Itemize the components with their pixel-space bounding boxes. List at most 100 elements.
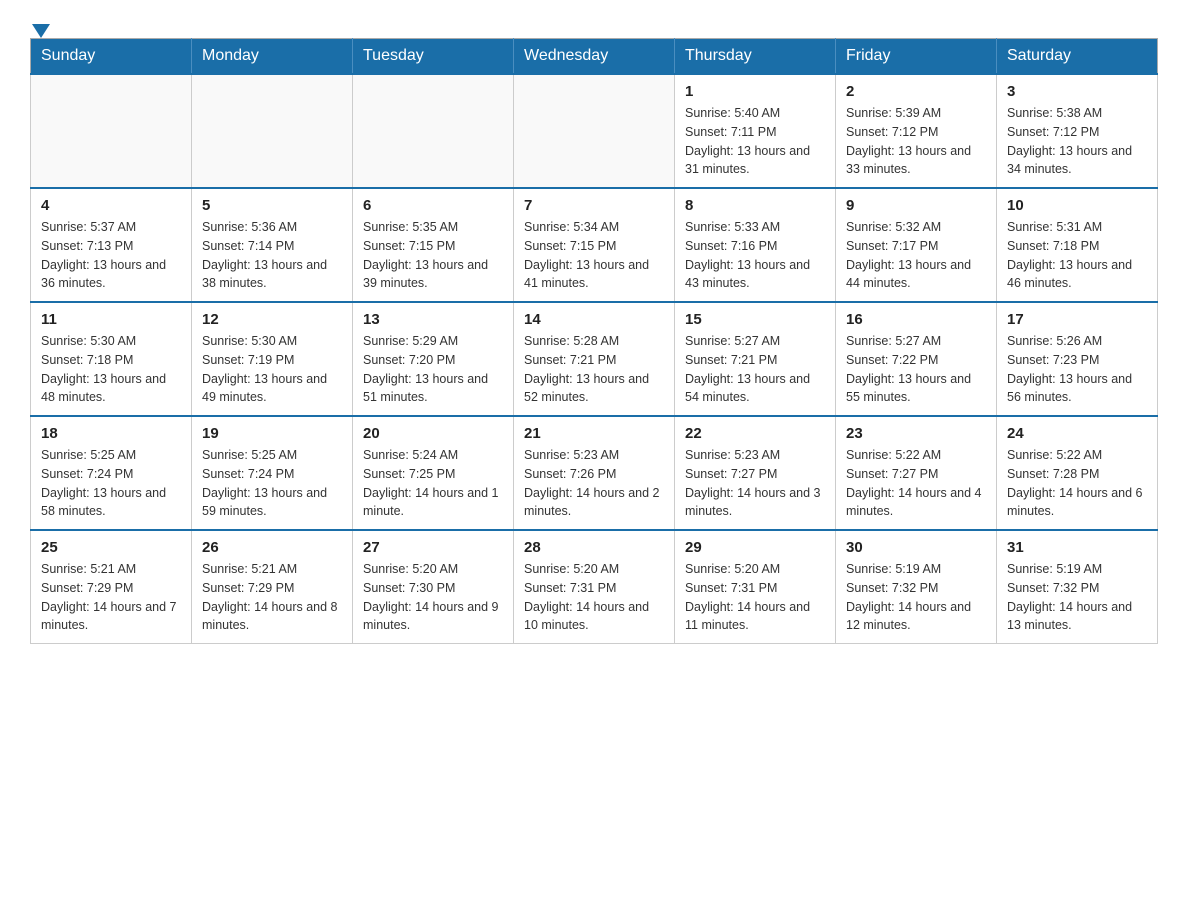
day-number: 31 bbox=[1007, 539, 1147, 556]
day-number: 2 bbox=[846, 83, 986, 100]
calendar-table: SundayMondayTuesdayWednesdayThursdayFrid… bbox=[30, 38, 1158, 644]
day-info: Sunrise: 5:25 AM Sunset: 7:24 PM Dayligh… bbox=[41, 446, 181, 521]
day-number: 7 bbox=[524, 197, 664, 214]
day-number: 29 bbox=[685, 539, 825, 556]
day-number: 21 bbox=[524, 425, 664, 442]
day-info: Sunrise: 5:27 AM Sunset: 7:22 PM Dayligh… bbox=[846, 332, 986, 407]
day-number: 12 bbox=[202, 311, 342, 328]
day-info: Sunrise: 5:34 AM Sunset: 7:15 PM Dayligh… bbox=[524, 218, 664, 293]
day-number: 18 bbox=[41, 425, 181, 442]
day-info: Sunrise: 5:30 AM Sunset: 7:19 PM Dayligh… bbox=[202, 332, 342, 407]
logo-arrow-icon bbox=[32, 24, 50, 38]
day-info: Sunrise: 5:19 AM Sunset: 7:32 PM Dayligh… bbox=[1007, 560, 1147, 635]
calendar-day-cell: 19Sunrise: 5:25 AM Sunset: 7:24 PM Dayli… bbox=[192, 416, 353, 530]
day-number: 8 bbox=[685, 197, 825, 214]
day-info: Sunrise: 5:23 AM Sunset: 7:27 PM Dayligh… bbox=[685, 446, 825, 521]
calendar-day-cell: 12 Sunrise: 5:30 AM Sunset: 7:19 PM Dayli… bbox=[192, 302, 353, 416]
day-info: Sunrise: 5:39 AM Sunset: 7:12 PM Dayligh… bbox=[846, 104, 986, 179]
day-info: Sunrise: 5:28 AM Sunset: 7:21 PM Dayligh… bbox=[524, 332, 664, 407]
day-of-week-header: Tuesday bbox=[353, 39, 514, 75]
day-info: Sunrise: 5:37 AM Sunset: 7:13 PM Dayligh… bbox=[41, 218, 181, 293]
calendar-day-cell: 3Sunrise: 5:38 AM Sunset: 7:12 PM Daylig… bbox=[997, 74, 1158, 188]
day-info: Sunrise: 5:40 AM Sunset: 7:11 PM Dayligh… bbox=[685, 104, 825, 179]
day-number: 15 bbox=[685, 311, 825, 328]
day-number: 14 bbox=[524, 311, 664, 328]
day-number: 16 bbox=[846, 311, 986, 328]
day-info: Sunrise: 5:21 AM Sunset: 7:29 PM Dayligh… bbox=[202, 560, 342, 635]
calendar-day-cell: 21 Sunrise: 5:23 AM Sunset: 7:26 PM Dayli… bbox=[514, 416, 675, 530]
day-info: Sunrise: 5:22 AM Sunset: 7:27 PM Dayligh… bbox=[846, 446, 986, 521]
day-number: 22 bbox=[685, 425, 825, 442]
day-number: 3 bbox=[1007, 83, 1147, 100]
calendar-week-row: 4 Sunrise: 5:37 AM Sunset: 7:13 PM Daylig… bbox=[31, 188, 1158, 302]
calendar-day-cell: 9 Sunrise: 5:32 AM Sunset: 7:17 PM Daylig… bbox=[836, 188, 997, 302]
calendar-week-row: 25 Sunrise: 5:21 AM Sunset: 7:29 PM Dayli… bbox=[31, 530, 1158, 644]
day-number: 4 bbox=[41, 197, 181, 214]
day-info: Sunrise: 5:26 AM Sunset: 7:23 PM Dayligh… bbox=[1007, 332, 1147, 407]
day-info: Sunrise: 5:35 AM Sunset: 7:15 PM Dayligh… bbox=[363, 218, 503, 293]
calendar-day-cell: 18 Sunrise: 5:25 AM Sunset: 7:24 PM Dayli… bbox=[31, 416, 192, 530]
day-info: Sunrise: 5:31 AM Sunset: 7:18 PM Dayligh… bbox=[1007, 218, 1147, 293]
calendar-day-cell: 14 Sunrise: 5:28 AM Sunset: 7:21 PM Dayli… bbox=[514, 302, 675, 416]
calendar-day-cell: 28 Sunrise: 5:20 AM Sunset: 7:31 PM Dayli… bbox=[514, 530, 675, 644]
day-number: 30 bbox=[846, 539, 986, 556]
calendar-day-cell: 29 Sunrise: 5:20 AM Sunset: 7:31 PM Dayli… bbox=[675, 530, 836, 644]
calendar-day-cell: 1 Sunrise: 5:40 AM Sunset: 7:11 PM Daylig… bbox=[675, 74, 836, 188]
calendar-day-cell: 5 Sunrise: 5:36 AM Sunset: 7:14 PM Daylig… bbox=[192, 188, 353, 302]
day-number: 10 bbox=[1007, 197, 1147, 214]
day-info: Sunrise: 5:29 AM Sunset: 7:20 PM Dayligh… bbox=[363, 332, 503, 407]
logo bbox=[30, 20, 52, 28]
calendar-day-cell: 11 Sunrise: 5:30 AM Sunset: 7:18 PM Dayli… bbox=[31, 302, 192, 416]
calendar-day-cell bbox=[31, 74, 192, 188]
day-info: Sunrise: 5:20 AM Sunset: 7:31 PM Dayligh… bbox=[685, 560, 825, 635]
calendar-day-cell: 15 Sunrise: 5:27 AM Sunset: 7:21 PM Dayli… bbox=[675, 302, 836, 416]
calendar-day-cell: 27Sunrise: 5:20 AM Sunset: 7:30 PM Dayli… bbox=[353, 530, 514, 644]
calendar-day-cell bbox=[192, 74, 353, 188]
day-of-week-header: Saturday bbox=[997, 39, 1158, 75]
calendar-day-cell: 30 Sunrise: 5:19 AM Sunset: 7:32 PM Dayli… bbox=[836, 530, 997, 644]
day-info: Sunrise: 5:36 AM Sunset: 7:14 PM Dayligh… bbox=[202, 218, 342, 293]
day-info: Sunrise: 5:25 AM Sunset: 7:24 PM Dayligh… bbox=[202, 446, 342, 521]
calendar-week-row: 18 Sunrise: 5:25 AM Sunset: 7:24 PM Dayli… bbox=[31, 416, 1158, 530]
day-info: Sunrise: 5:20 AM Sunset: 7:31 PM Dayligh… bbox=[524, 560, 664, 635]
day-info: Sunrise: 5:21 AM Sunset: 7:29 PM Dayligh… bbox=[41, 560, 181, 635]
calendar-day-cell: 4 Sunrise: 5:37 AM Sunset: 7:13 PM Daylig… bbox=[31, 188, 192, 302]
day-number: 13 bbox=[363, 311, 503, 328]
day-number: 5 bbox=[202, 197, 342, 214]
page-header bbox=[30, 20, 1158, 28]
calendar-day-cell: 24Sunrise: 5:22 AM Sunset: 7:28 PM Dayli… bbox=[997, 416, 1158, 530]
day-info: Sunrise: 5:20 AM Sunset: 7:30 PM Dayligh… bbox=[363, 560, 503, 635]
day-info: Sunrise: 5:24 AM Sunset: 7:25 PM Dayligh… bbox=[363, 446, 503, 521]
calendar-day-cell: 22 Sunrise: 5:23 AM Sunset: 7:27 PM Dayli… bbox=[675, 416, 836, 530]
calendar-day-cell: 13 Sunrise: 5:29 AM Sunset: 7:20 PM Dayli… bbox=[353, 302, 514, 416]
day-number: 25 bbox=[41, 539, 181, 556]
day-number: 11 bbox=[41, 311, 181, 328]
calendar-week-row: 1 Sunrise: 5:40 AM Sunset: 7:11 PM Daylig… bbox=[31, 74, 1158, 188]
day-info: Sunrise: 5:19 AM Sunset: 7:32 PM Dayligh… bbox=[846, 560, 986, 635]
calendar-day-cell: 17Sunrise: 5:26 AM Sunset: 7:23 PM Dayli… bbox=[997, 302, 1158, 416]
day-info: Sunrise: 5:23 AM Sunset: 7:26 PM Dayligh… bbox=[524, 446, 664, 521]
day-number: 6 bbox=[363, 197, 503, 214]
day-info: Sunrise: 5:22 AM Sunset: 7:28 PM Dayligh… bbox=[1007, 446, 1147, 521]
day-info: Sunrise: 5:32 AM Sunset: 7:17 PM Dayligh… bbox=[846, 218, 986, 293]
day-number: 26 bbox=[202, 539, 342, 556]
calendar-day-cell: 10 Sunrise: 5:31 AM Sunset: 7:18 PM Dayli… bbox=[997, 188, 1158, 302]
day-info: Sunrise: 5:33 AM Sunset: 7:16 PM Dayligh… bbox=[685, 218, 825, 293]
day-number: 28 bbox=[524, 539, 664, 556]
calendar-day-cell: 8 Sunrise: 5:33 AM Sunset: 7:16 PM Daylig… bbox=[675, 188, 836, 302]
calendar-day-cell: 31 Sunrise: 5:19 AM Sunset: 7:32 PM Dayli… bbox=[997, 530, 1158, 644]
day-number: 9 bbox=[846, 197, 986, 214]
calendar-day-cell: 23 Sunrise: 5:22 AM Sunset: 7:27 PM Dayli… bbox=[836, 416, 997, 530]
calendar-day-cell: 2 Sunrise: 5:39 AM Sunset: 7:12 PM Daylig… bbox=[836, 74, 997, 188]
day-info: Sunrise: 5:30 AM Sunset: 7:18 PM Dayligh… bbox=[41, 332, 181, 407]
calendar-day-cell: 20Sunrise: 5:24 AM Sunset: 7:25 PM Dayli… bbox=[353, 416, 514, 530]
day-of-week-header: Monday bbox=[192, 39, 353, 75]
day-info: Sunrise: 5:27 AM Sunset: 7:21 PM Dayligh… bbox=[685, 332, 825, 407]
day-of-week-header: Friday bbox=[836, 39, 997, 75]
calendar-header-row: SundayMondayTuesdayWednesdayThursdayFrid… bbox=[31, 39, 1158, 75]
calendar-day-cell: 7 Sunrise: 5:34 AM Sunset: 7:15 PM Daylig… bbox=[514, 188, 675, 302]
day-of-week-header: Sunday bbox=[31, 39, 192, 75]
day-number: 1 bbox=[685, 83, 825, 100]
calendar-day-cell bbox=[353, 74, 514, 188]
day-number: 23 bbox=[846, 425, 986, 442]
